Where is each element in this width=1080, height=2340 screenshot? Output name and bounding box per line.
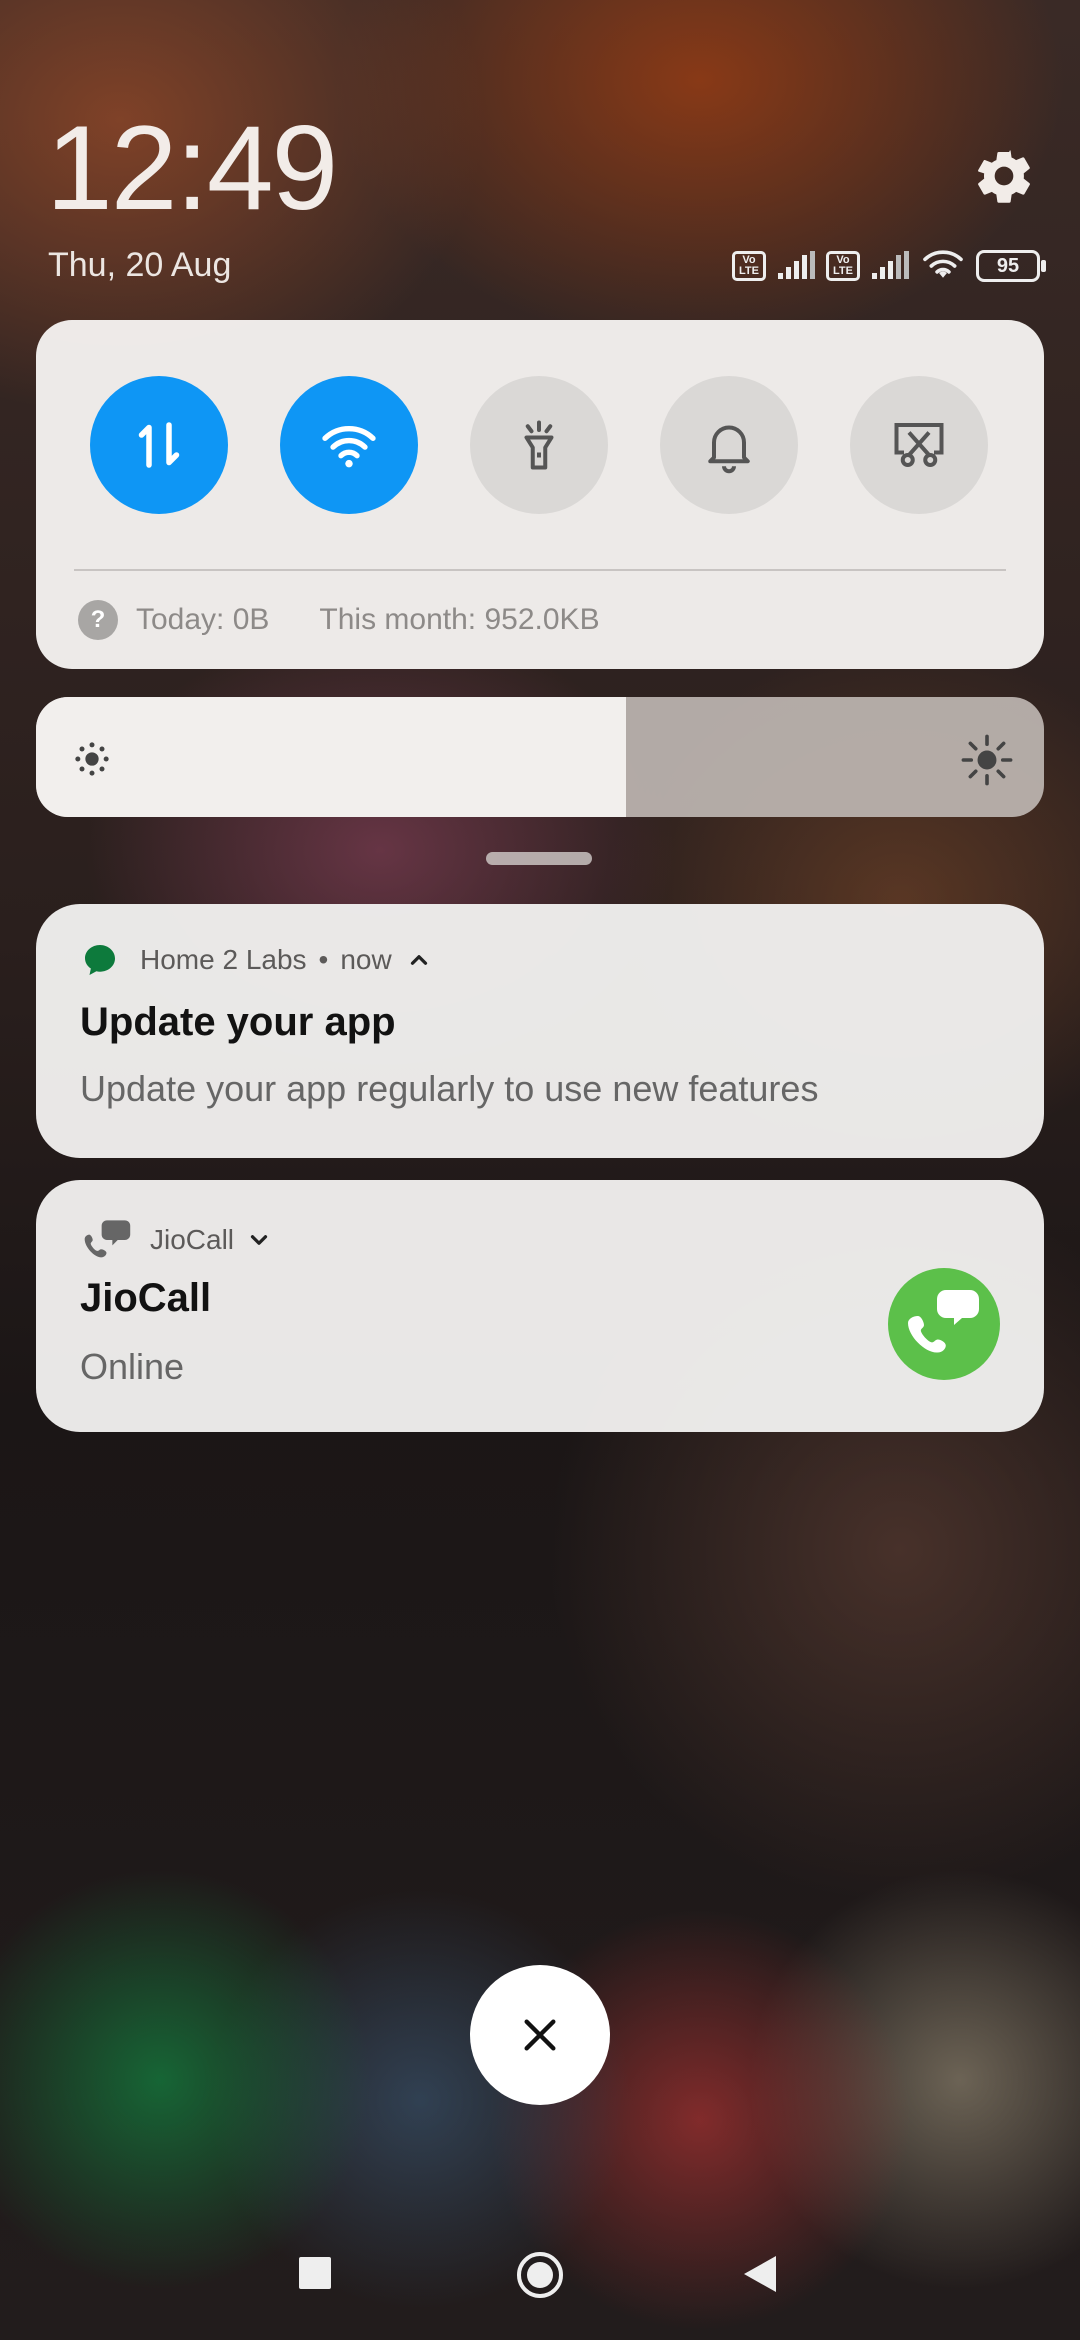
battery-icon: 95 — [976, 250, 1046, 282]
screenshot-icon — [894, 423, 944, 467]
notification-home2labs[interactable]: Home 2 Labs • now Update your app Update… — [36, 904, 1044, 1158]
back-button[interactable] — [742, 2254, 778, 2294]
volte-icon: Vo LTE — [826, 251, 860, 281]
wifi-icon — [322, 426, 376, 468]
separator-dot: • — [318, 944, 329, 975]
notification-title: Update your app — [80, 1000, 396, 1044]
help-icon: ? — [78, 600, 118, 640]
notification-header: Home 2 Labs • now — [82, 942, 432, 978]
wifi-toggle[interactable] — [280, 376, 418, 514]
navigation-bar — [0, 2230, 1080, 2320]
data-month: This month: 952.0KB — [319, 603, 600, 636]
jiocall-small-icon — [84, 1220, 131, 1258]
chevron-up-icon[interactable] — [406, 947, 432, 973]
notification-header: JioCall — [82, 1218, 272, 1262]
drag-handle[interactable] — [486, 852, 592, 865]
data-usage[interactable]: ? Today: 0B This month: 952.0KB — [78, 600, 600, 640]
notification-app-name: JioCall — [150, 1224, 235, 1255]
clock: 12:49 — [46, 101, 338, 235]
mobile-data-icon — [138, 422, 180, 468]
chevron-down-icon[interactable] — [246, 1227, 272, 1253]
notification-body: Online — [80, 1346, 185, 1387]
status-icons: Vo LTE Vo LTE 95 — [732, 246, 1046, 286]
sound-toggle[interactable] — [660, 376, 798, 514]
date: Thu, 20 Aug — [48, 246, 232, 284]
recents-button[interactable] — [299, 2257, 331, 2289]
wifi-status-icon — [923, 250, 963, 278]
notification-title: JioCall — [80, 1276, 212, 1320]
close-icon — [524, 2019, 556, 2051]
notification-jiocall[interactable]: JioCall JioCall Online — [36, 1180, 1044, 1432]
data-today: Today: 0B — [136, 603, 270, 636]
brightness-low-icon — [75, 742, 109, 776]
signal-icon — [872, 251, 909, 279]
clear-all-button[interactable] — [470, 1965, 610, 2105]
flashlight-toggle[interactable] — [470, 376, 608, 514]
volte-icon: Vo LTE — [732, 251, 766, 281]
settings-gear-icon[interactable] — [972, 144, 1036, 208]
notification-app-name: Home 2 Labs — [140, 944, 307, 975]
mobile-data-toggle[interactable] — [90, 376, 228, 514]
chat-bubble-icon — [85, 945, 115, 975]
home-button[interactable] — [515, 2250, 565, 2300]
signal-icon — [778, 251, 815, 279]
screenshot-toggle[interactable] — [850, 376, 988, 514]
notification-time: now — [340, 944, 392, 975]
brightness-fill — [36, 697, 626, 817]
brightness-high-icon — [961, 734, 1013, 786]
divider — [74, 569, 1006, 571]
brightness-slider[interactable] — [36, 697, 1044, 817]
bell-icon — [708, 425, 750, 474]
quick-settings-panel: ? Today: 0B This month: 952.0KB — [36, 320, 1044, 669]
flashlight-icon — [524, 420, 554, 470]
notification-body: Update your app regularly to use new fea… — [80, 1068, 819, 1109]
jiocall-app-icon — [888, 1268, 1000, 1380]
